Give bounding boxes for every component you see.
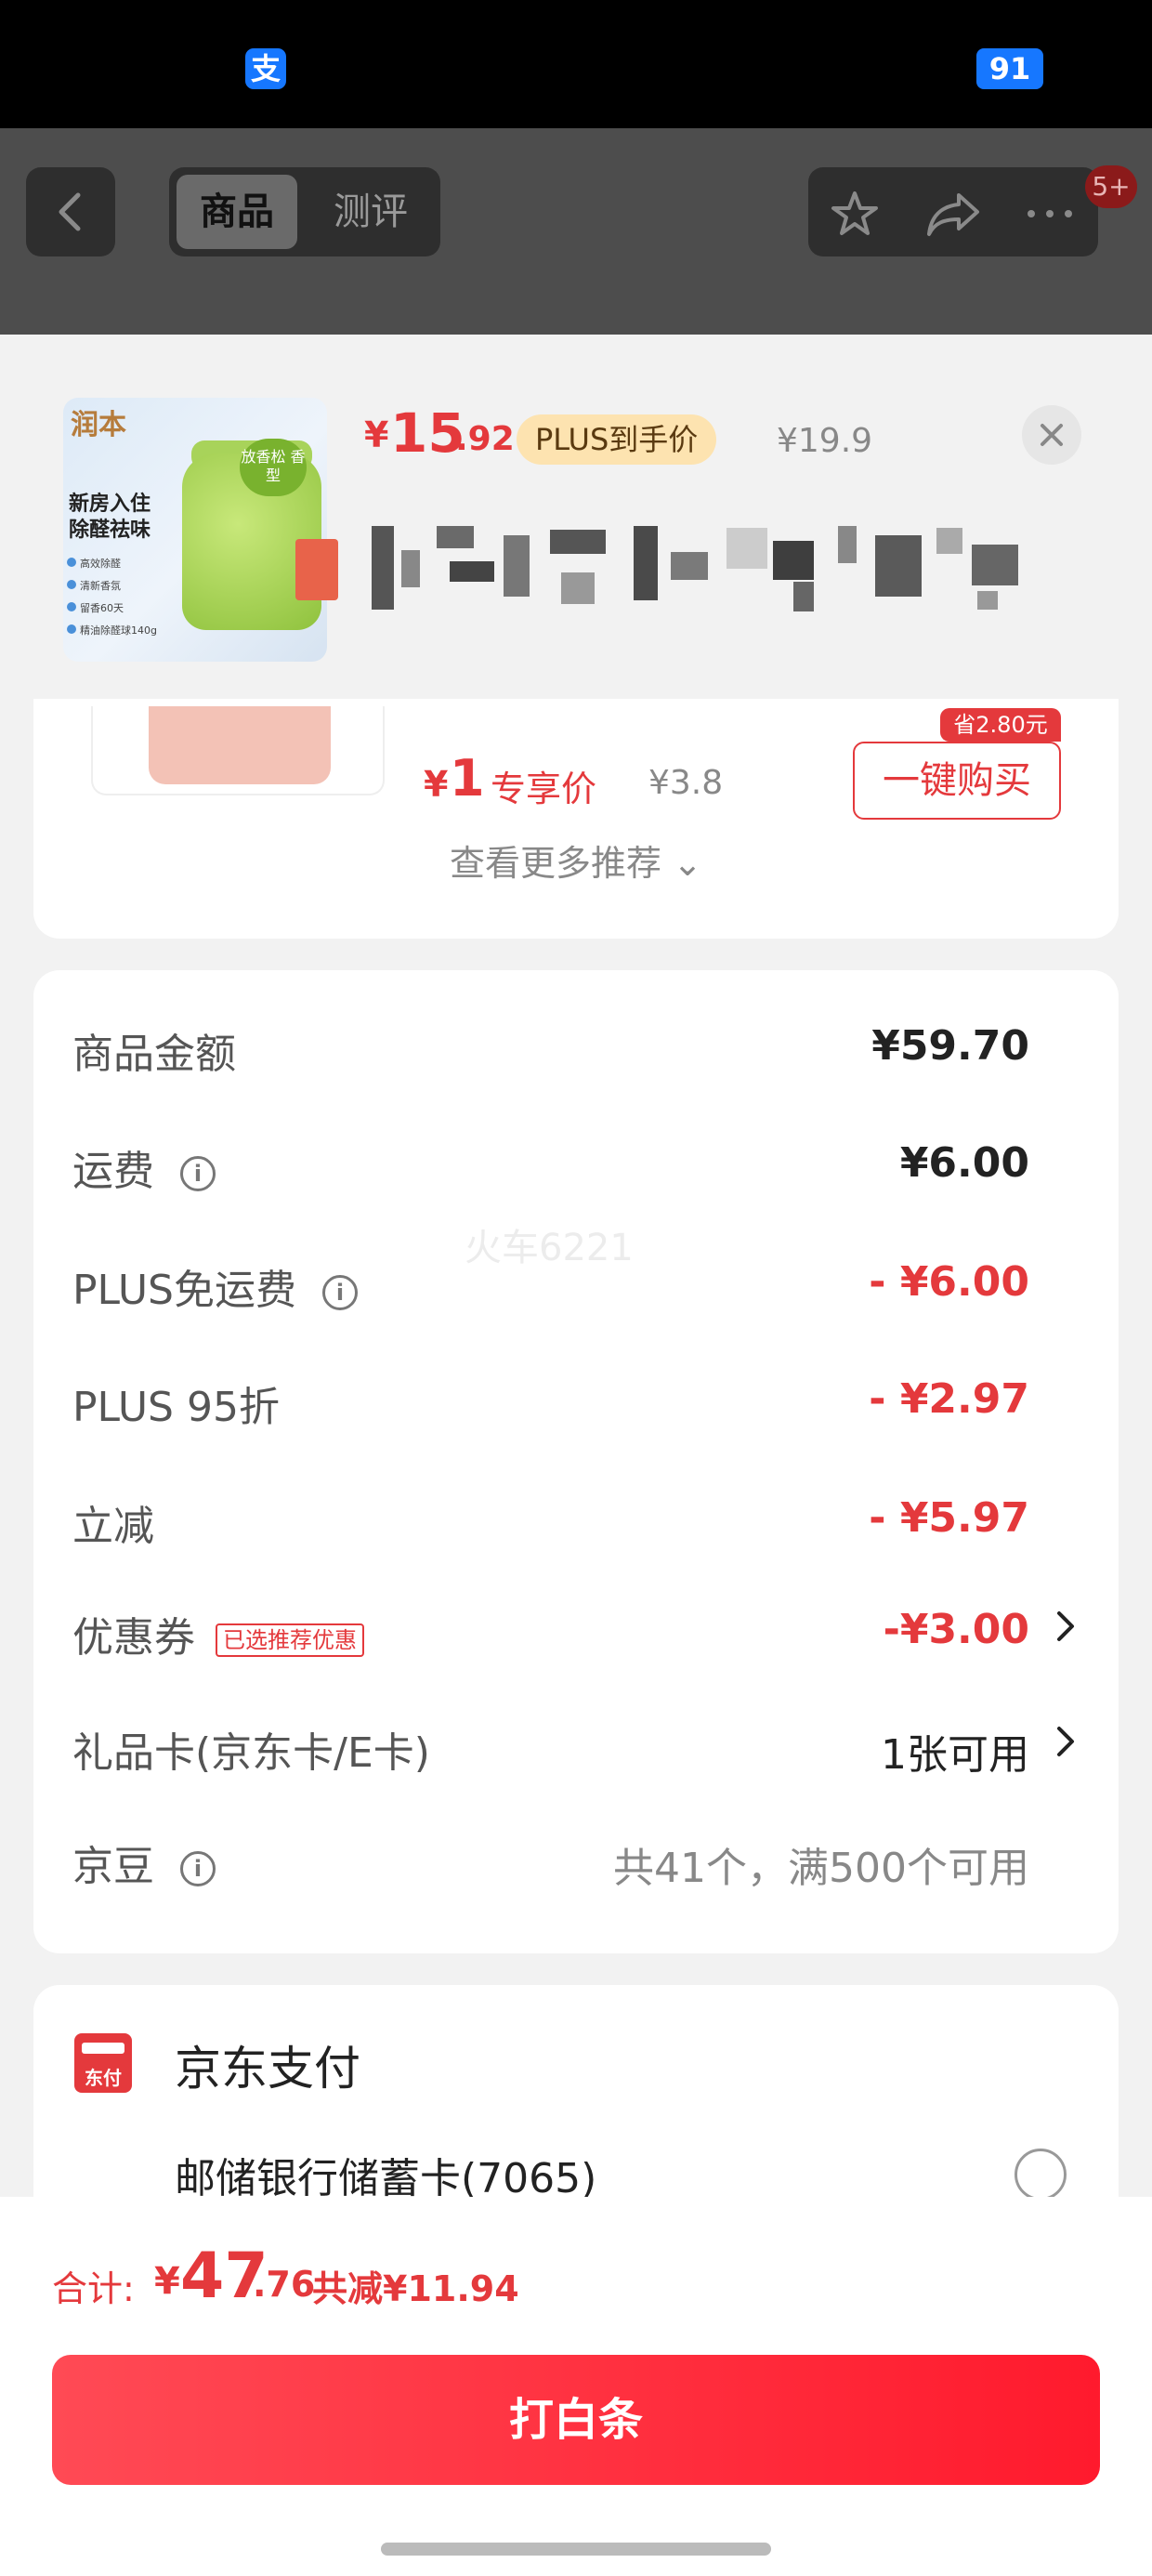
cost-value: - ¥6.00	[869, 1258, 1029, 1306]
product-thumb-fragment	[295, 539, 338, 600]
row-goods-amount: 商品金额 ¥59.70	[33, 998, 1119, 1091]
tab-review[interactable]: 测评	[310, 175, 431, 249]
cost-label: 立减	[72, 1503, 154, 1550]
cost-label: PLUS免运费	[72, 1267, 296, 1314]
saving-tag: 省2.80元	[940, 708, 1061, 742]
close-button[interactable]	[1022, 405, 1081, 465]
original-price: ¥19.9	[777, 422, 873, 460]
row-gift-card[interactable]: 礼品卡(京东卡/E卡) 1张可用	[33, 1697, 1119, 1790]
recommended-product-image[interactable]	[91, 706, 385, 795]
cost-value: - ¥5.97	[869, 1494, 1029, 1542]
row-coupon[interactable]: 优惠券 已选推荐优惠 -¥3.00	[33, 1582, 1119, 1675]
product-bullet: 留香60天	[67, 600, 157, 615]
info-icon[interactable]: i	[180, 1851, 216, 1886]
rec-original-price: ¥3.8	[648, 764, 724, 802]
nav-tabs: 商品 测评	[169, 167, 440, 256]
rec-price-symbol: ¥	[424, 764, 449, 805]
payment-title: 京东支付	[175, 2042, 360, 2096]
product-bullet: 精油除醛球140g	[67, 623, 157, 637]
one-click-buy-button[interactable]: 一键购买	[853, 742, 1061, 820]
status-bar: 支 91	[0, 0, 1152, 128]
more-icon[interactable]	[1022, 186, 1078, 242]
cost-label: 礼品卡(京东卡/E卡)	[72, 1729, 430, 1777]
star-icon[interactable]	[827, 186, 883, 242]
chevron-right-icon	[1057, 1611, 1074, 1641]
product-bullets: 高效除醛 清新香氛 留香60天 精油除醛球140g	[67, 556, 157, 645]
cost-breakdown-card: 商品金额 ¥59.70 运费 i ¥6.00 PLUS免运费 i - ¥6.00 P…	[33, 970, 1119, 1953]
cost-value: ¥59.70	[871, 1022, 1029, 1070]
watermark: 火车6221	[465, 1227, 634, 1269]
product-title-pixelated	[364, 517, 1033, 628]
total-decimal: .76	[253, 2264, 316, 2305]
back-button[interactable]	[26, 167, 115, 256]
product-header: 润本 放香松 香型 新房入住 除醛祛味 高效除醛 清新香氛 留香60天 精油除醛…	[0, 335, 1152, 699]
more-recommendations-link[interactable]: 查看更多推荐 ⌄	[33, 835, 1119, 886]
info-icon[interactable]: i	[322, 1275, 358, 1310]
product-image: 润本 放香松 香型 新房入住 除醛祛味 高效除醛 清新香氛 留香60天 精油除醛…	[63, 398, 327, 662]
rec-price-label: 专享价	[491, 769, 597, 809]
jd-pay-icon: 东付	[74, 2033, 132, 2093]
row-jd-beans: 京豆 i 共41个，满500个可用	[33, 1810, 1119, 1903]
share-icon[interactable]	[923, 186, 983, 242]
bank-card-radio[interactable]	[1015, 2149, 1067, 2201]
cost-label: 商品金额	[72, 1031, 236, 1078]
tab-product[interactable]: 商品	[177, 175, 297, 249]
price-decimal: .92	[455, 420, 515, 458]
cost-value: - ¥2.97	[869, 1375, 1029, 1423]
product-bullet: 清新香氛	[67, 578, 157, 593]
row-shipping: 运费 i ¥6.00	[33, 1115, 1119, 1208]
product-bullet: 高效除醛	[67, 556, 157, 571]
plus-price-tag: PLUS到手价	[517, 414, 717, 465]
back-icon	[59, 192, 81, 231]
status-badge: 91	[976, 48, 1043, 89]
cost-label: PLUS 95折	[72, 1384, 280, 1431]
alipay-icon: 支	[245, 48, 286, 89]
cost-value: -¥3.00	[883, 1606, 1029, 1653]
coupon-recommended-tag: 已选推荐优惠	[216, 1623, 364, 1657]
checkout-bar: 合计: ¥ 47 .76 共减¥11.94 打白条	[0, 2197, 1152, 2576]
cost-value: ¥6.00	[899, 1139, 1029, 1187]
close-icon	[1041, 424, 1063, 446]
top-nav-bar: 商品 测评 5+	[0, 128, 1152, 335]
product-scent-tag: 放香松 香型	[240, 439, 307, 496]
cost-value: 共41个，满500个可用	[613, 1845, 1029, 1892]
cost-label: 京豆	[72, 1843, 154, 1890]
info-icon[interactable]: i	[180, 1156, 216, 1191]
nav-actions	[808, 167, 1098, 256]
cost-label: 运费	[72, 1148, 154, 1195]
row-instant-discount: 立减 - ¥5.97	[33, 1470, 1119, 1563]
recommended-product-pack	[149, 706, 331, 784]
price-integer: 15	[390, 401, 465, 465]
row-plus-discount: PLUS 95折 - ¥2.97	[33, 1351, 1119, 1444]
cost-label: 优惠券	[72, 1614, 195, 1662]
cost-value: 1张可用	[881, 1731, 1029, 1779]
total-label: 合计:	[52, 2268, 135, 2309]
price-symbol: ¥	[364, 414, 389, 455]
chevron-right-icon	[1057, 1727, 1074, 1756]
total-symbol: ¥	[154, 2260, 180, 2303]
message-count-badge: 5+	[1085, 165, 1137, 208]
home-indicator[interactable]	[381, 2543, 771, 2556]
product-slogan-2: 除醛祛味	[69, 519, 151, 542]
bank-card-option[interactable]: 邮储银行储蓄卡(7065)	[175, 2145, 596, 2204]
pay-with-baitiao-button[interactable]: 打白条	[52, 2355, 1100, 2485]
total-saved: 共减¥11.94	[312, 2268, 519, 2309]
product-brand: 润本	[71, 409, 126, 441]
rec-price: 1	[450, 749, 485, 808]
